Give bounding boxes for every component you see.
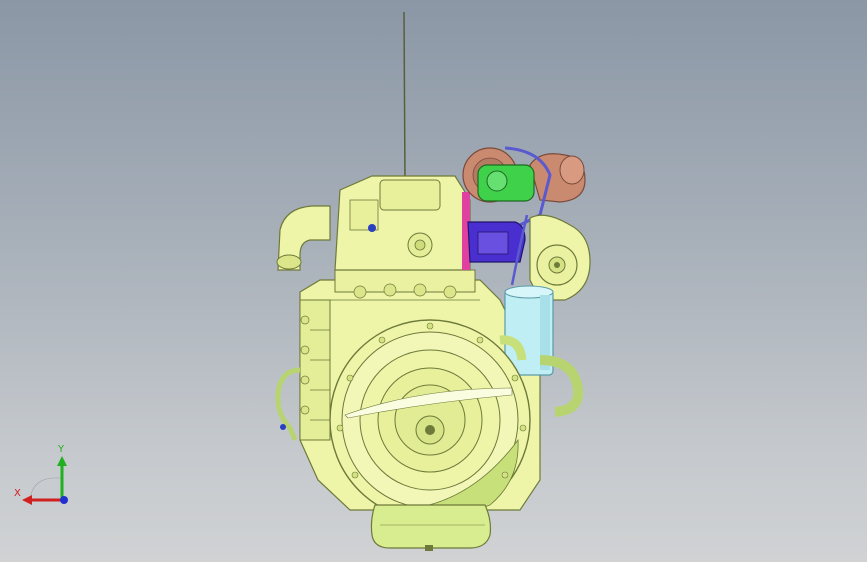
x-axis-head bbox=[22, 495, 32, 505]
wastegate-actuator[interactable] bbox=[467, 221, 526, 263]
graphics-viewport[interactable]: Y X bbox=[0, 0, 867, 562]
cylinder-head[interactable] bbox=[334, 175, 471, 271]
turbocharger[interactable] bbox=[462, 146, 586, 227]
flywheel-housing[interactable] bbox=[329, 319, 531, 521]
oil-pan[interactable] bbox=[370, 504, 492, 551]
sensor-connector bbox=[280, 424, 286, 430]
y-axis-head bbox=[57, 456, 67, 466]
x-axis-label: X bbox=[14, 488, 21, 499]
intake-elbow[interactable] bbox=[276, 205, 331, 271]
view-orientation-triad[interactable]: Y X bbox=[12, 440, 82, 510]
y-axis-label: Y bbox=[57, 444, 65, 455]
engine-model[interactable] bbox=[0, 0, 867, 562]
wiring-harness bbox=[275, 367, 301, 441]
z-axis-dot bbox=[60, 496, 68, 504]
dipstick-tube bbox=[403, 11, 406, 186]
triad-plane bbox=[29, 477, 63, 501]
